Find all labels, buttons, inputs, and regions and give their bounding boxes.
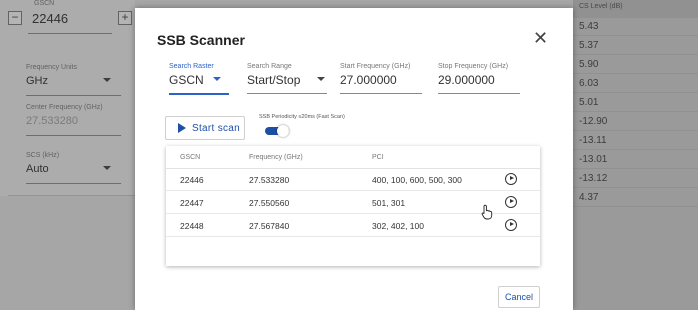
start-frequency-label: Start Frequency (GHz) [340, 63, 411, 70]
row-gscn: 22447 [180, 198, 204, 208]
chevron-down-icon [213, 77, 221, 81]
start-scan-button[interactable]: Start scan [165, 116, 245, 140]
hand-cursor-icon [481, 204, 493, 220]
search-raster-select[interactable]: Search Raster GSCN [169, 63, 229, 95]
search-raster-underline [169, 93, 229, 95]
search-range-select[interactable]: Search Range Start/Stop [247, 63, 327, 94]
column-header-gscn: GSCN [180, 154, 201, 161]
search-range-underline [247, 93, 327, 94]
row-frequency: 27.533280 [249, 175, 290, 185]
row-frequency: 27.567840 [249, 221, 290, 231]
play-icon [178, 123, 186, 133]
stop-frequency-value: 29.000000 [438, 73, 495, 87]
search-range-value: Start/Stop [247, 73, 301, 87]
search-raster-label: Search Raster [169, 63, 214, 70]
close-icon[interactable]: ✕ [533, 28, 548, 49]
start-frequency-value: 27.000000 [340, 73, 397, 87]
row-gscn: 22448 [180, 221, 204, 231]
dialog-title: SSB Scanner [157, 32, 245, 48]
start-scan-label: Start scan [192, 122, 241, 134]
play-circle-icon[interactable] [505, 173, 517, 185]
play-circle-icon[interactable] [505, 196, 517, 208]
column-header-pci: PCI [372, 154, 384, 161]
row-gscn: 22446 [180, 175, 204, 185]
table-row: 22446 27.533280 400, 100, 600, 500, 300 [166, 169, 540, 191]
play-circle-icon[interactable] [505, 219, 517, 231]
row-pci: 302, 402, 100 [372, 221, 424, 231]
start-frequency-underline [340, 93, 422, 94]
ssb-periodicity-toggle[interactable] [265, 125, 289, 137]
ssb-periodicity-label: SSB Periodicity ≤20ms (Fast Scan) [259, 114, 345, 120]
start-frequency-field[interactable]: Start Frequency (GHz) 27.000000 [340, 63, 422, 94]
stop-frequency-label: Stop Frequency (GHz) [438, 63, 509, 70]
stop-frequency-field[interactable]: Stop Frequency (GHz) 29.000000 [438, 63, 520, 94]
search-range-label: Search Range [247, 63, 292, 70]
row-frequency: 27.550560 [249, 198, 290, 208]
column-header-frequency: Frequency (GHz) [249, 154, 303, 161]
stop-frequency-underline [438, 93, 520, 94]
row-pci: 501, 301 [372, 198, 406, 208]
cancel-button[interactable]: Cancel [498, 286, 540, 308]
row-pci: 400, 100, 600, 500, 300 [372, 175, 462, 185]
chevron-down-icon [317, 77, 325, 81]
ssb-scanner-dialog: SSB Scanner ✕ Search Raster GSCN Search … [135, 8, 573, 310]
toggle-knob [277, 125, 289, 137]
